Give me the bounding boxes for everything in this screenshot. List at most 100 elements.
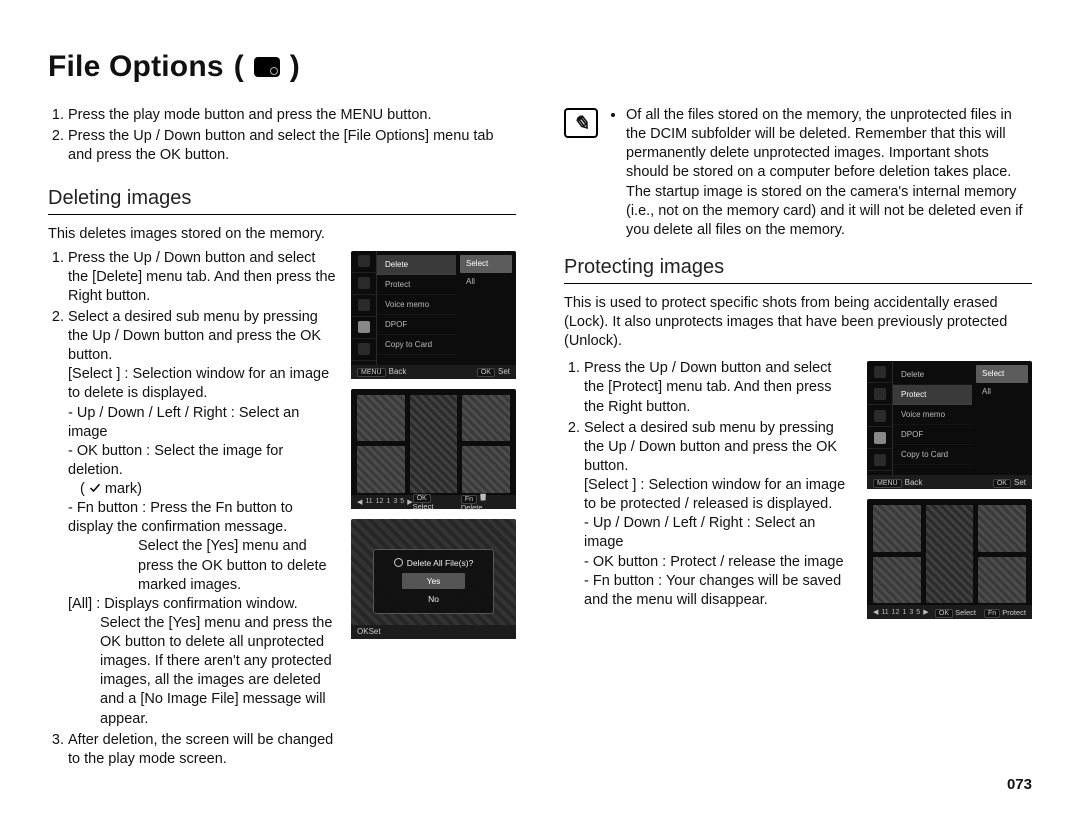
lcd-menu-list: Delete Protect Voice memo DPOF Copy to C… (893, 361, 972, 475)
lcd-side-icons (867, 361, 893, 475)
deleting-step-3: After deletion, the screen will be chang… (68, 731, 339, 769)
menu-row-voice-memo: Voice memo (893, 405, 972, 425)
lcd-thumbnail-select-protect: ◀ 11 12 1 3 5 ▶ OK Select Fn Pr (867, 499, 1032, 619)
lcd-protect-menu: Delete Protect Voice memo DPOF Copy to C… (867, 361, 1032, 489)
set-label: Set (1014, 478, 1026, 487)
back-label: Back (389, 367, 407, 376)
protecting-heading: Protecting images (564, 256, 1032, 284)
page-num: 3 (909, 609, 913, 616)
page-title-row: File Options ( ) (48, 50, 1032, 84)
deleting-text: Press the Up / Down button and select th… (48, 249, 339, 771)
file-options-icon (254, 57, 280, 77)
deleting-all-line-b: Select the [Yes] menu and press the OK b… (100, 614, 339, 729)
page-num: 12 (376, 498, 384, 505)
deleting-lead: This deletes images stored on the memory… (48, 225, 516, 244)
menu-button-label: MENU (357, 368, 386, 377)
select-label: Select (413, 502, 434, 511)
page-numbers: ◀ 11 12 1 3 5 ▶ (873, 608, 929, 616)
page-num: 1 (902, 609, 906, 616)
option-select: Select (976, 365, 1028, 383)
menu-row-copy-to-card: Copy to Card (893, 445, 972, 465)
file-options-tab-icon (358, 321, 370, 333)
protecting-lead: This is used to protect specific shots f… (564, 294, 1032, 351)
page-num: 1 (386, 498, 390, 505)
intro-step-1: Press the play mode button and press the… (68, 106, 516, 125)
lcd-options: Select All (460, 255, 512, 291)
lcd-footer: MENUBack OKSet (351, 365, 516, 379)
protecting-text: Press the Up / Down button and select th… (564, 359, 855, 612)
thumbnail (462, 446, 510, 493)
delete-label: Delete (461, 503, 483, 512)
deleting-step-1: Press the Up / Down button and select th… (68, 249, 339, 306)
page-number: 073 (1007, 776, 1032, 793)
ok-button-label: OK (477, 368, 495, 377)
thumbnail (462, 395, 510, 442)
thumb-footer: ◀ 11 12 1 3 5 ▶ OK Select Fn D (351, 495, 516, 509)
menu-row-protect: Protect (377, 275, 456, 295)
dialog-yes: Yes (402, 573, 465, 589)
thumbnail-selected (410, 395, 458, 493)
thumbnail (357, 446, 405, 493)
page-numbers: ◀ 11 12 1 3 5 ▶ (357, 498, 413, 506)
tab-icon (358, 343, 370, 355)
deleting-body: Press the Up / Down button and select th… (48, 249, 516, 771)
trash-icon (479, 492, 487, 501)
chevron-right-icon: ▶ (923, 608, 928, 616)
deleting-ok-line-b: ( mark) (80, 480, 339, 499)
menu-row-protect: Protect (893, 385, 972, 405)
thumbnail (873, 557, 921, 604)
protecting-step-2: Select a desired sub menu by pressing th… (584, 419, 855, 610)
deleting-nav-line: - Up / Down / Left / Right : Select an i… (68, 404, 339, 442)
tab-icon (874, 366, 886, 378)
page-num: 5 (916, 609, 920, 616)
deleting-step-2-main: Select a desired sub menu by pressing th… (68, 309, 321, 363)
dialog-footer: OKSet (351, 625, 516, 639)
menu-button-label: MENU (873, 479, 902, 488)
protecting-body: Press the Up / Down button and select th… (564, 359, 1032, 619)
checkmark-icon (89, 480, 101, 492)
ok-button-label: OK (357, 627, 369, 636)
tab-icon (358, 255, 370, 267)
menu-row-dpof: DPOF (893, 425, 972, 445)
menu-row-delete: Delete (377, 255, 456, 275)
deleting-fn-line-b: Select the [Yes] menu and press the OK b… (138, 537, 339, 594)
page-num: 11 (881, 609, 888, 616)
option-all: All (976, 383, 1028, 401)
deleting-heading: Deleting images (48, 187, 516, 215)
tab-icon (358, 299, 370, 311)
fn-button-label: Fn (984, 609, 1000, 618)
menu-row-copy-to-card: Copy to Card (377, 335, 456, 355)
page-title: File Options (48, 50, 224, 84)
deleting-fn-line-a: - Fn button : Press the Fn button to dis… (68, 499, 339, 537)
lcd-delete-all-dialog: Delete All File(s)? Yes No OKSet (351, 519, 516, 639)
thumbnail (873, 505, 921, 552)
lcd-options: Select All (976, 365, 1028, 401)
two-column-layout: Press the play mode button and press the… (48, 106, 1032, 771)
select-label: Select (955, 608, 976, 617)
deleting-step-2: Select a desired sub menu by pressing th… (68, 308, 339, 729)
protecting-nav-line: - Up / Down / Left / Right : Select an i… (584, 514, 855, 552)
lcd-side-icons (351, 251, 377, 365)
note-icon: ✎ (564, 108, 598, 138)
tab-icon (874, 454, 886, 466)
option-all: All (460, 273, 512, 291)
intro-steps: Press the play mode button and press the… (48, 106, 516, 165)
menu-row-delete: Delete (893, 365, 972, 385)
dialog-no: No (374, 591, 493, 607)
paren-close: ) (290, 50, 300, 84)
deleting-ok-paren: ( (80, 481, 85, 497)
protecting-select-label: [Select ] : Selection window for an imag… (584, 476, 855, 514)
protecting-ok-line: - OK button : Protect / release the imag… (584, 553, 855, 572)
chevron-left-icon: ◀ (357, 498, 362, 506)
dialog-title-text: Delete All File(s)? (407, 555, 474, 571)
file-options-tab-icon (874, 432, 886, 444)
confirm-dialog: Delete All File(s)? Yes No (373, 549, 494, 614)
note-bullet: Of all the files stored on the memory, t… (626, 106, 1032, 240)
paren-open: ( (234, 50, 244, 84)
deleting-ok-mark-text: mark) (105, 481, 142, 497)
note-text: Of all the files stored on the memory, t… (610, 106, 1032, 240)
lcd-footer: MENUBack OKSet (867, 475, 1032, 489)
ok-button-label: OK (935, 609, 953, 618)
set-label: Set (498, 367, 510, 376)
set-label: Set (369, 627, 381, 636)
